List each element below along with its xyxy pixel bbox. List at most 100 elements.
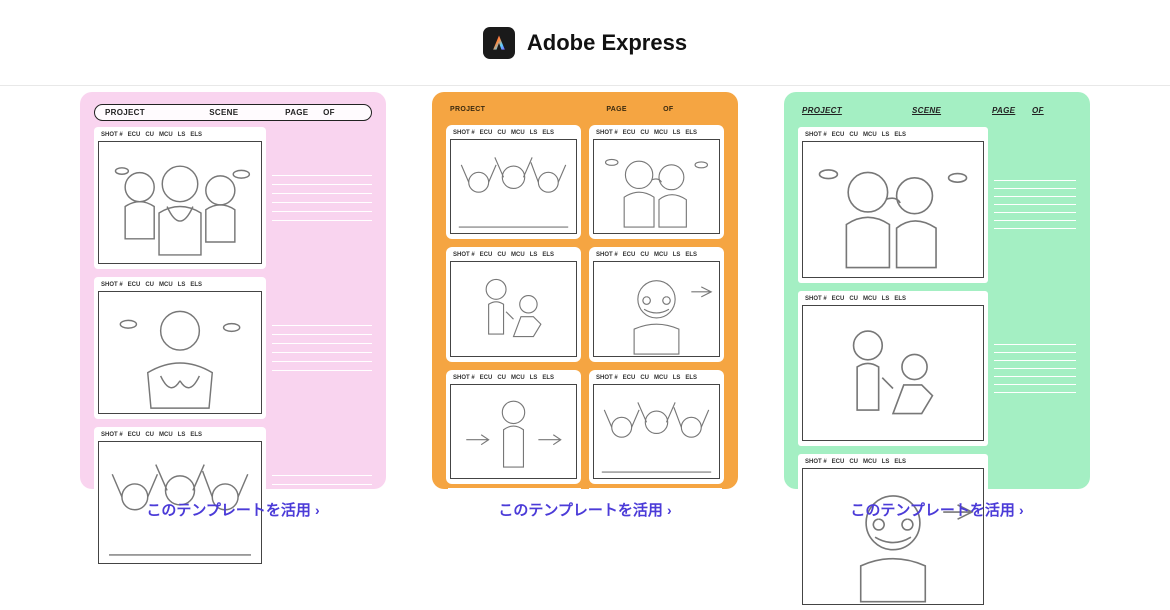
sketch-frame <box>593 384 720 479</box>
note-line <box>994 344 1076 345</box>
template-card-pink: PROJECT SCENE PAGE OF SHOT # ECU CU MCU … <box>80 92 386 520</box>
shot-col: MCU <box>654 252 668 258</box>
label-of: OF <box>323 108 361 117</box>
note-line <box>589 488 722 489</box>
shot-col: MCU <box>159 282 173 288</box>
shot-col: ELS <box>190 432 202 438</box>
note-line <box>272 343 372 344</box>
note-line <box>994 523 1076 524</box>
app-title: Adobe Express <box>527 30 687 56</box>
storyboard-row: SHOT # ECU CU MCU LS ELS <box>94 127 372 269</box>
shot-labels: SHOT # ECU CU MCU LS ELS <box>802 295 984 305</box>
label-project: PROJECT <box>450 106 606 113</box>
chevron-right-icon: › <box>315 502 320 518</box>
note-line <box>589 494 722 495</box>
note-line <box>272 193 372 194</box>
label-page: PAGE <box>606 106 663 113</box>
note-line <box>448 494 581 495</box>
shot-col: MCU <box>863 132 877 138</box>
note-line <box>994 531 1076 532</box>
storyboard-row: SHOT # ECU CU MCU LS ELS SHOT # ECU <box>446 370 724 484</box>
cta-label: このテンプレートを活用 <box>850 499 1015 520</box>
sketch-frame <box>593 139 720 234</box>
template-preview-pink[interactable]: PROJECT SCENE PAGE OF SHOT # ECU CU MCU … <box>80 92 386 489</box>
sketch-frame <box>593 261 720 356</box>
use-template-link[interactable]: このテンプレートを活用 › <box>146 499 319 520</box>
note-line <box>994 180 1076 181</box>
note-line <box>272 484 372 485</box>
shot-col: ELS <box>542 375 554 381</box>
adobe-express-logo-icon <box>483 27 515 59</box>
template-card-orange: PROJECT SCENE PAGE OF SHOT # ECU CU MCU … <box>432 92 738 520</box>
shot-col: ECU <box>832 132 845 138</box>
shot-col: ELS <box>685 252 697 258</box>
shot-col: CU <box>640 252 649 258</box>
frame-wrap: SHOT # ECU CU MCU LS ELS <box>589 247 724 361</box>
shot-col: MCU <box>159 432 173 438</box>
shot-col: LS <box>673 130 681 136</box>
shot-col: CU <box>849 459 858 465</box>
label-of: OF <box>663 106 720 113</box>
notes-lines <box>272 277 372 419</box>
note-line <box>994 539 1076 540</box>
note-line <box>272 352 372 353</box>
shot-labels: SHOT # ECU CU MCU LS ELS <box>450 374 577 384</box>
label-project: PROJECT <box>802 106 912 115</box>
frame-wrap: SHOT # ECU CU MCU LS ELS <box>94 277 266 419</box>
shot-col: SHOT # <box>101 132 123 138</box>
shot-col: ECU <box>480 130 493 136</box>
shot-col: SHOT # <box>805 296 827 302</box>
shot-col: ELS <box>190 132 202 138</box>
label-page: PAGE <box>992 106 1032 115</box>
storyboard-row: SHOT # ECU CU MCU LS ELS <box>94 277 372 419</box>
notes-lines <box>994 291 1076 447</box>
shot-col: SHOT # <box>101 282 123 288</box>
sketch-frame <box>802 141 984 278</box>
shot-col: ECU <box>623 252 636 258</box>
templates-row: PROJECT SCENE PAGE OF SHOT # ECU CU MCU … <box>0 86 1170 520</box>
shot-col: SHOT # <box>805 459 827 465</box>
shot-col: LS <box>178 132 186 138</box>
storyboard-row: SHOT # ECU CU MCU LS ELS <box>798 291 1076 447</box>
shot-labels: SHOT # ECU CU MCU LS ELS <box>450 251 577 261</box>
sketch-frame <box>450 261 577 356</box>
note-line <box>994 220 1076 221</box>
shot-col: ELS <box>190 282 202 288</box>
shot-col: LS <box>673 252 681 258</box>
shot-col: MCU <box>511 252 525 258</box>
shot-col: CU <box>145 132 154 138</box>
note-line <box>994 384 1076 385</box>
shot-col: SHOT # <box>101 432 123 438</box>
note-line <box>272 475 372 476</box>
notes-lines <box>994 454 1076 610</box>
sketch-frame <box>802 305 984 442</box>
use-template-link[interactable]: このテンプレートを活用 › <box>850 499 1023 520</box>
shot-col: LS <box>530 252 538 258</box>
shot-col: ECU <box>128 432 141 438</box>
cta-label: このテンプレートを活用 <box>498 499 663 520</box>
template-preview-green[interactable]: PROJECT SCENE PAGE OF SHOT # ECU CU MCU … <box>784 92 1090 489</box>
shot-col: ELS <box>894 132 906 138</box>
shot-labels: SHOT # ECU CU MCU LS ELS <box>593 374 720 384</box>
shot-col: LS <box>882 459 890 465</box>
template-preview-orange[interactable]: PROJECT SCENE PAGE OF SHOT # ECU CU MCU … <box>432 92 738 489</box>
shot-col: SHOT # <box>453 252 475 258</box>
label-scene: SCENE <box>912 106 992 115</box>
sketch-frame <box>450 139 577 234</box>
use-template-link[interactable]: このテンプレートを活用 › <box>498 499 671 520</box>
shot-col: MCU <box>511 130 525 136</box>
shot-col: CU <box>497 375 506 381</box>
cta-label: このテンプレートを活用 <box>146 499 311 520</box>
chevron-right-icon: › <box>667 502 672 518</box>
shot-col: ECU <box>128 282 141 288</box>
sketch-frame <box>802 468 984 605</box>
shot-labels: SHOT # ECU CU MCU LS ELS <box>98 431 262 441</box>
note-line <box>994 204 1076 205</box>
label-scene: SCENE <box>209 108 285 117</box>
shot-col: SHOT # <box>453 375 475 381</box>
frame-wrap: SHOT # ECU CU MCU LS ELS <box>446 370 581 484</box>
note-line <box>994 352 1076 353</box>
note-line <box>994 555 1076 556</box>
frame-wrap: SHOT # ECU CU MCU LS ELS <box>798 127 988 283</box>
note-line <box>272 202 372 203</box>
